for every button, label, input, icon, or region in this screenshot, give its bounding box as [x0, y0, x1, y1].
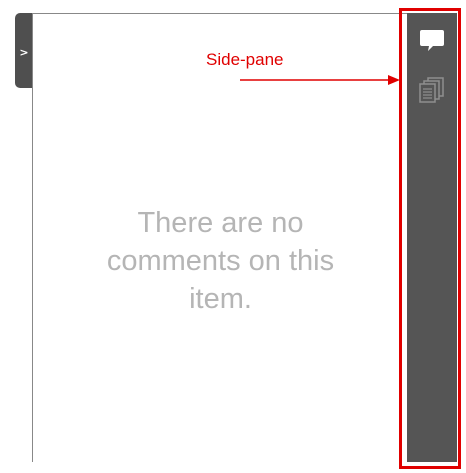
- viewer-stage: > There are no comments on this item. Si…: [0, 0, 466, 473]
- annotation-arrow: [240, 75, 400, 85]
- collapse-tab-label: >: [19, 46, 29, 59]
- empty-comments-message: There are no comments on this item.: [106, 207, 335, 315]
- sidepane-highlight-box: [399, 8, 461, 469]
- collapse-panel-tab[interactable]: >: [15, 13, 33, 88]
- sidepane-annotation-label: Side-pane: [206, 50, 284, 69]
